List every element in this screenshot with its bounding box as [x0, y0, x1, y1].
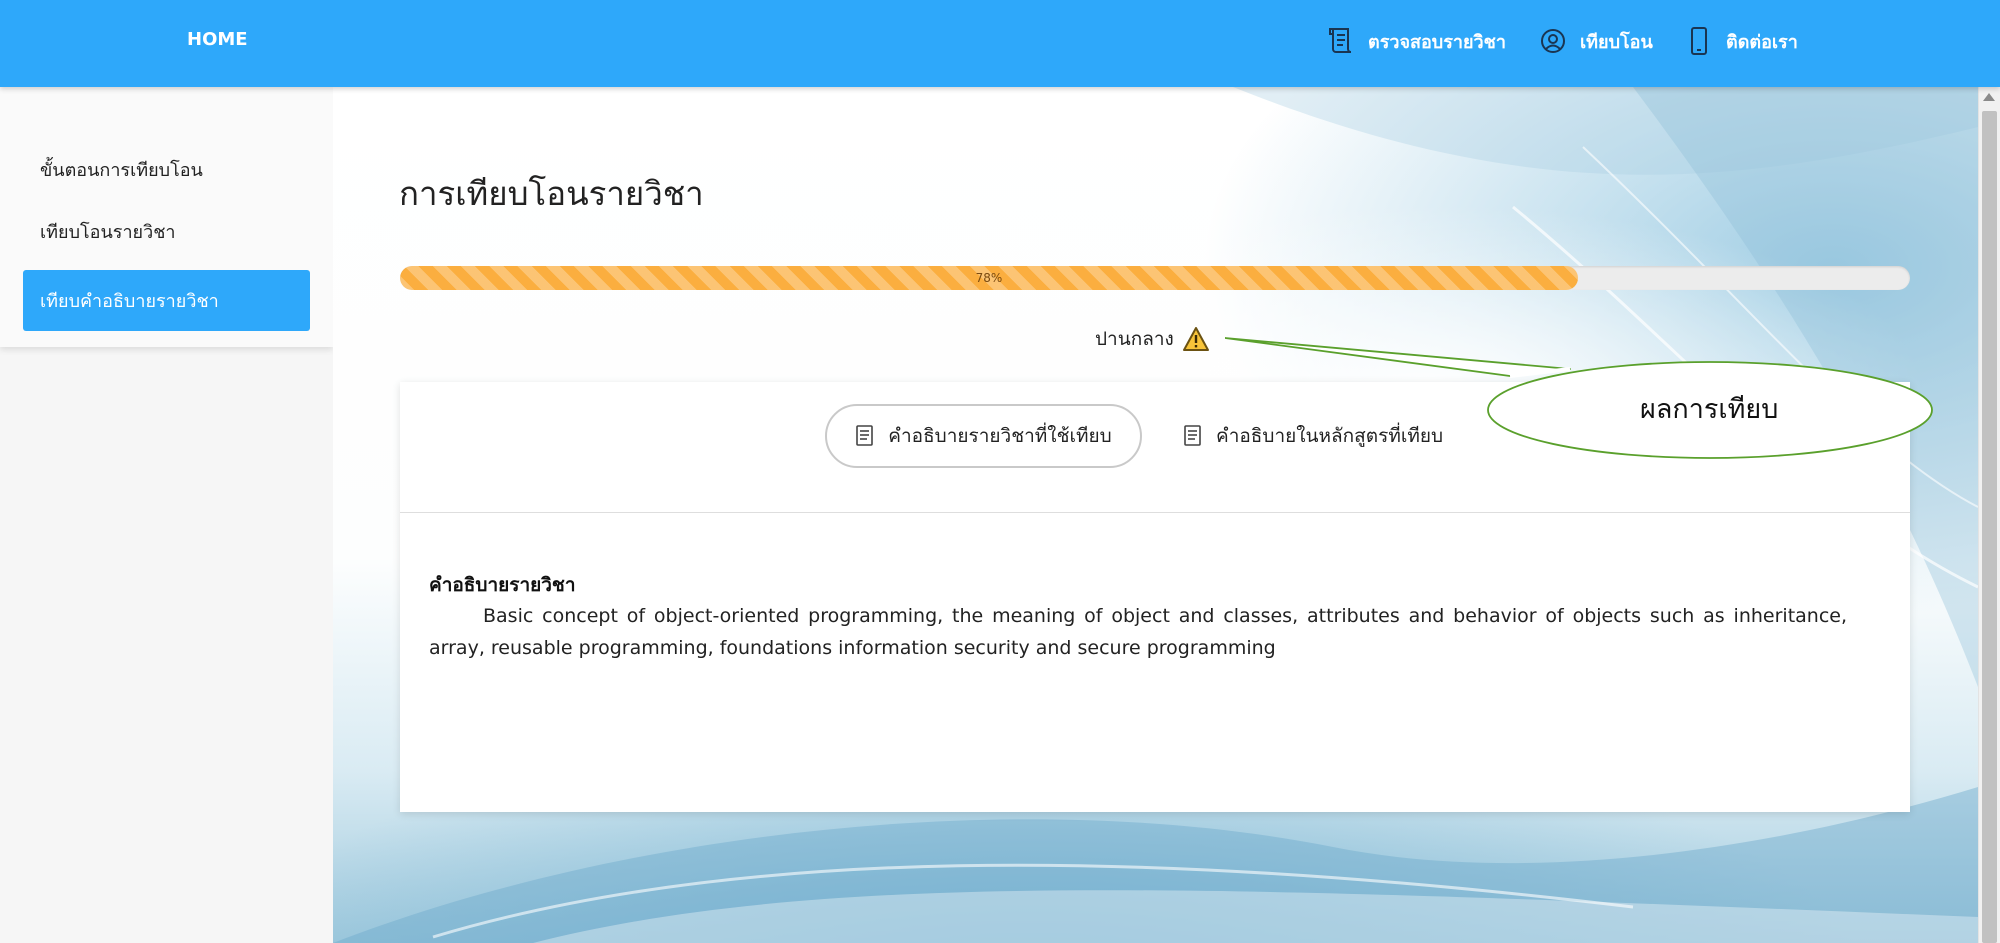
- sidebar-menu: ขั้นตอนการเทียบโอน เทียบโอนรายวิชา เทียบ…: [0, 87, 333, 347]
- progress-label: 78%: [975, 271, 1003, 285]
- scroll-thumb[interactable]: [1982, 111, 1997, 943]
- user-circle-icon: [1540, 26, 1566, 56]
- sidebar: ขั้นตอนการเทียบโอน เทียบโอนรายวิชา เทียบ…: [0, 87, 333, 943]
- page-scrollbar[interactable]: [1978, 87, 2000, 943]
- scroll-icon: [1328, 26, 1354, 56]
- course-description-text: Basic concept of object-oriented program…: [429, 605, 1847, 659]
- nav-check-courses-link[interactable]: ตรวจสอบรายวิชา: [1328, 24, 1506, 58]
- nav-contact-label: ติดต่อเรา: [1726, 31, 1798, 53]
- nav-transfer-link[interactable]: เทียบโอน: [1540, 24, 1653, 58]
- match-progress-bar: 78%: [400, 266, 1910, 290]
- nav-contact-link[interactable]: ติดต่อเรา: [1686, 24, 1798, 58]
- section-heading: คำอธิบายรายวิชา: [429, 574, 576, 596]
- progress-fill: 78%: [400, 266, 1578, 290]
- top-navbar: HOME ตรวจสอบรายวิชา เทียบโอน ติดต่อเรา: [0, 0, 2000, 87]
- tab-source-description-label: คำอธิบายรายวิชาที่ใช้เทียบ: [888, 425, 1112, 447]
- tab-source-description[interactable]: คำอธิบายรายวิชาที่ใช้เทียบ: [825, 404, 1142, 468]
- mobile-phone-icon: [1686, 26, 1712, 56]
- nav-transfer-label: เทียบโอน: [1580, 31, 1653, 53]
- warning-icon: [1182, 326, 1210, 352]
- annotation-callout: [1225, 337, 1933, 459]
- scroll-up-arrow-icon[interactable]: [1983, 93, 1995, 101]
- document-icon: [1183, 424, 1203, 448]
- sidebar-item-compare-descriptions[interactable]: เทียบคำอธิบายรายวิชา: [23, 270, 310, 331]
- document-icon: [855, 424, 875, 448]
- sidebar-item-course-transfer[interactable]: เทียบโอนรายวิชา: [23, 201, 310, 262]
- nav-check-courses-label: ตรวจสอบรายวิชา: [1368, 31, 1506, 53]
- page-title: การเทียบโอนรายวิชา: [399, 174, 704, 213]
- result-label: ปานกลาง: [1095, 328, 1174, 350]
- main-content: การเทียบโอนรายวิชา 78% ปานกลาง คำอธิบายร…: [333, 87, 1978, 943]
- comparison-result: ปานกลาง: [1095, 324, 1210, 354]
- annotation-label: ผลการเทียบ: [1640, 394, 1779, 425]
- home-link[interactable]: HOME: [187, 29, 248, 50]
- sidebar-item-transfer-steps[interactable]: ขั้นตอนการเทียบโอน: [23, 139, 310, 200]
